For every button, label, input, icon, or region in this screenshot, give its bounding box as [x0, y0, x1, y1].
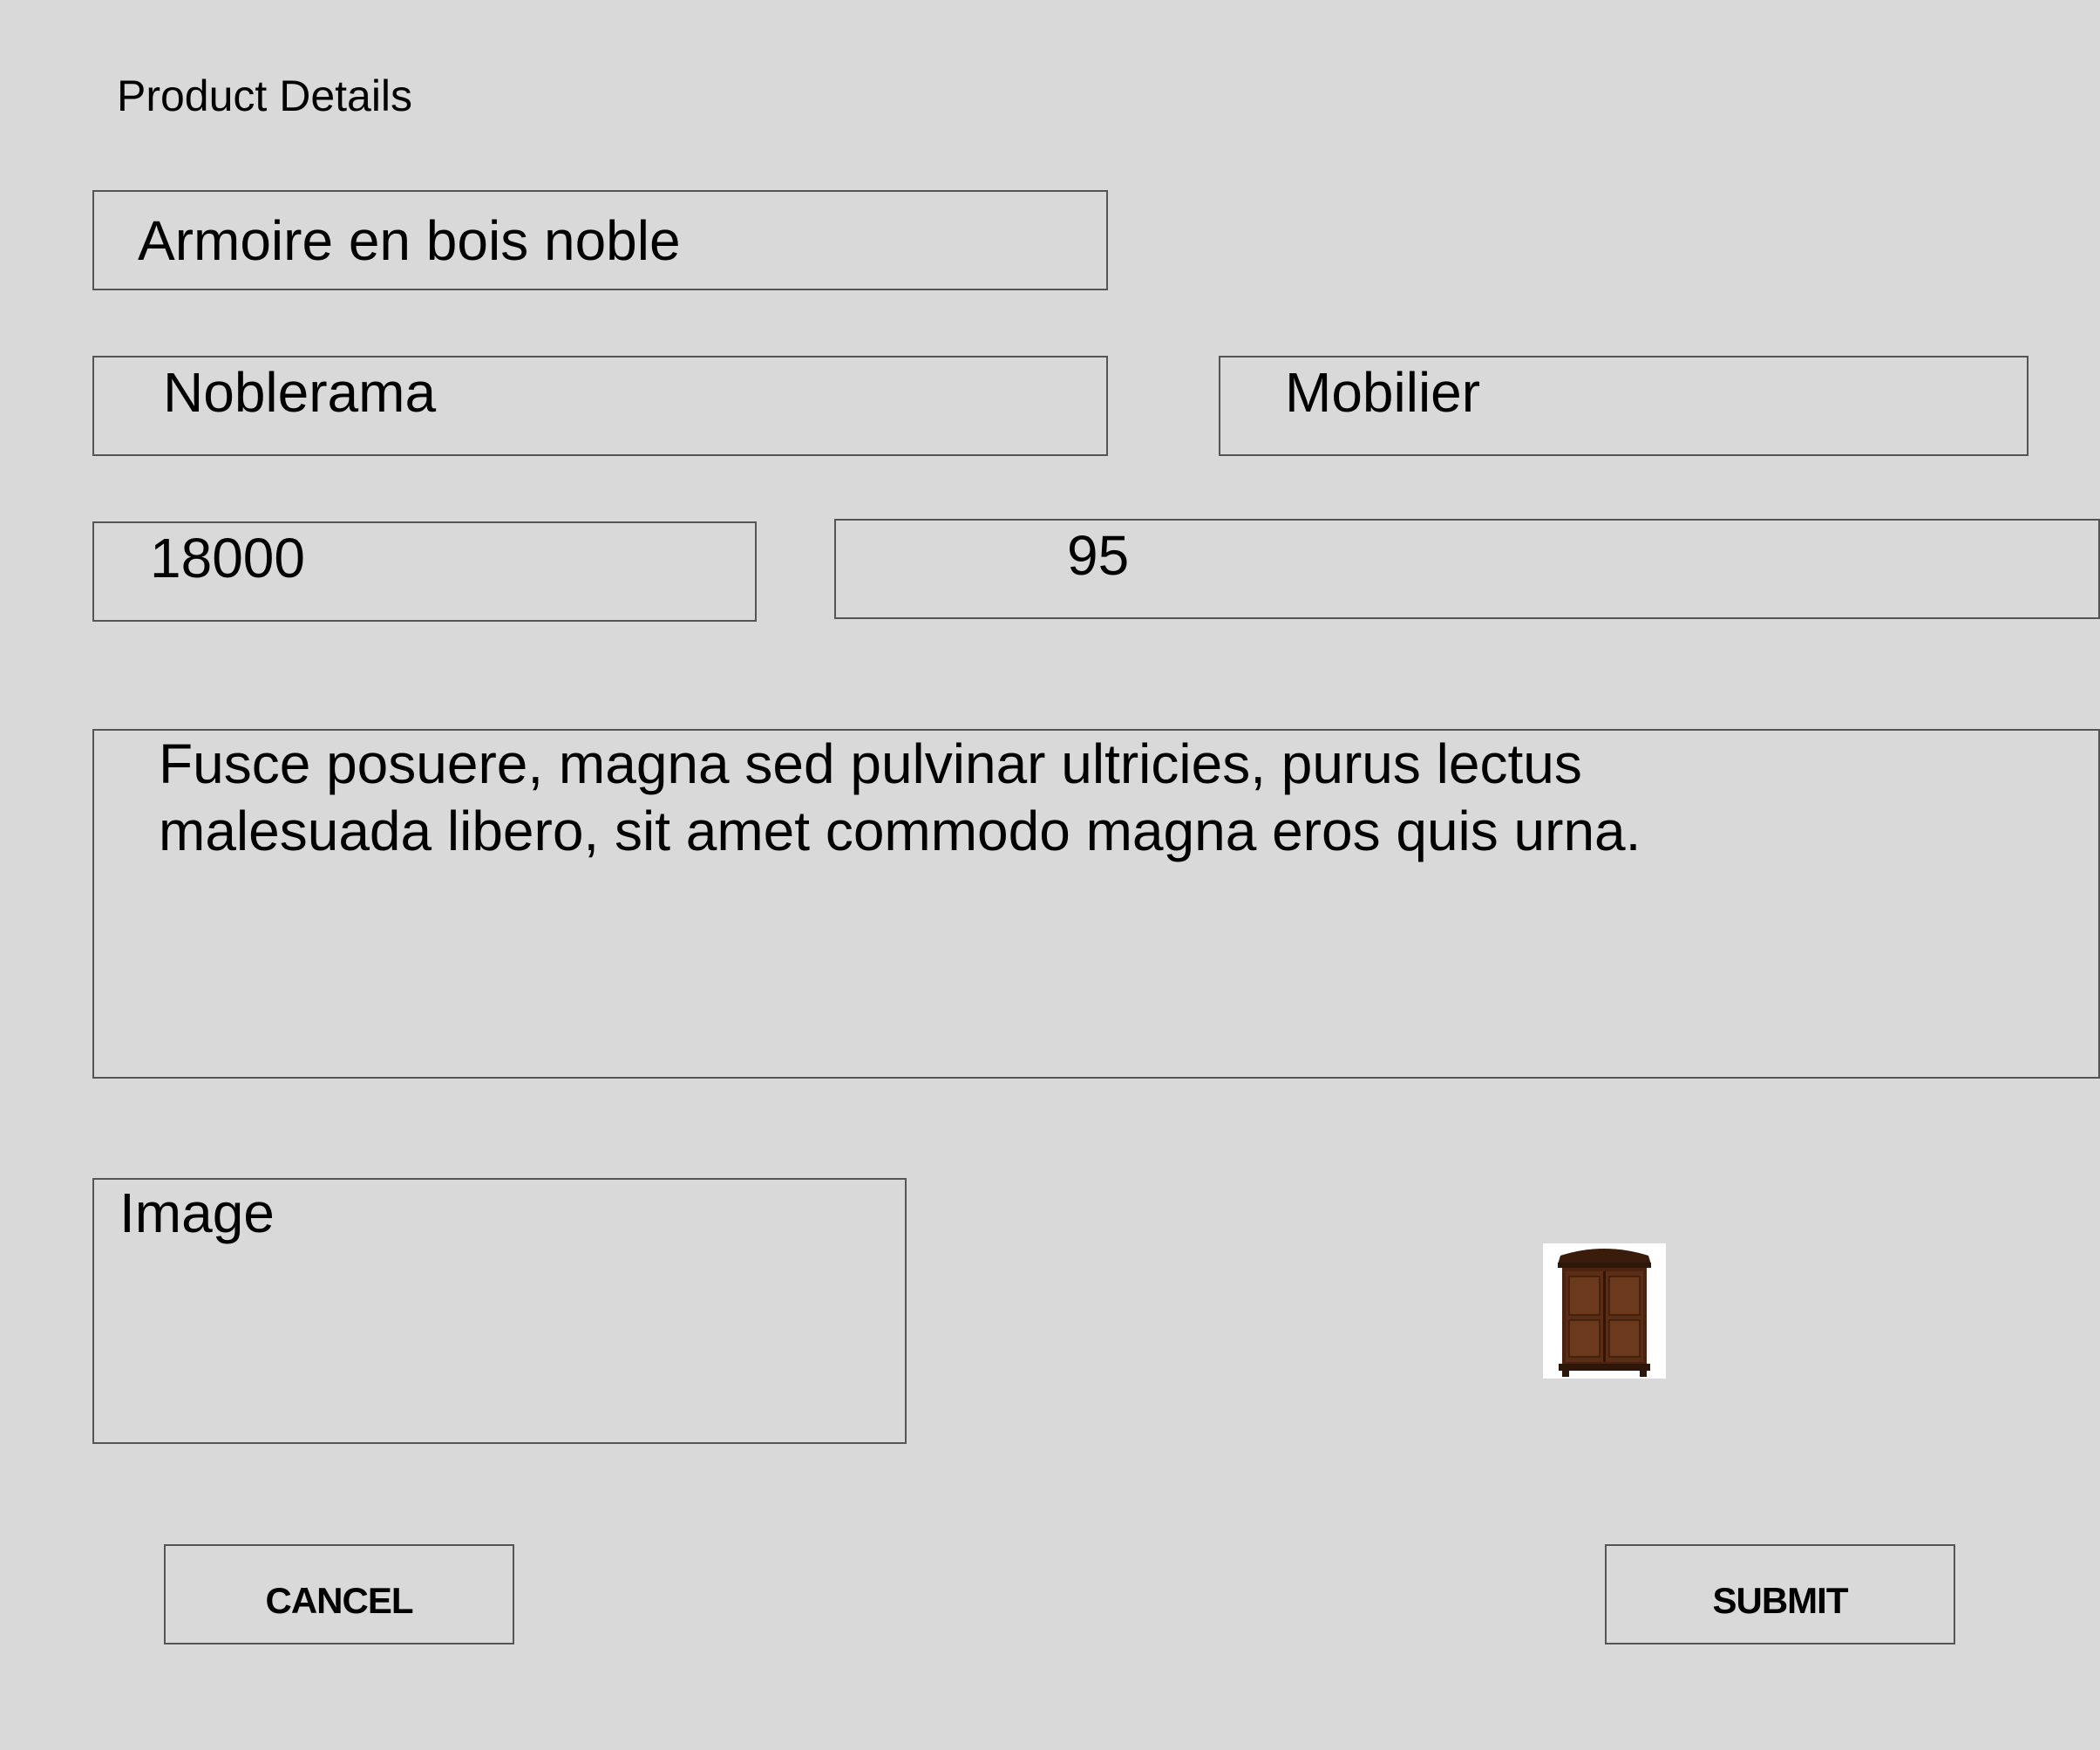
brand-value: Noblerama — [163, 361, 437, 424]
category-field[interactable]: Mobilier — [1219, 356, 2029, 456]
stock-value: 95 — [1067, 524, 1130, 587]
armoire-image-preview — [1543, 1243, 1666, 1379]
image-field-label: Image — [119, 1181, 275, 1244]
image-upload-field[interactable]: Image — [92, 1178, 907, 1444]
cancel-button[interactable]: CANCEL — [164, 1544, 514, 1644]
stock-field[interactable]: 95 — [834, 519, 2100, 619]
category-value: Mobilier — [1285, 361, 1481, 424]
product-name-field[interactable]: Armoire en bois noble — [92, 190, 1108, 290]
price-field[interactable]: 18000 — [92, 521, 757, 622]
description-line-2: malesuada libero, sit amet commodo magna… — [159, 800, 1641, 862]
description-textarea[interactable]: Fusce posuere, magna sed pulvinar ultric… — [92, 729, 2100, 1079]
armoire-wardrobe-image — [1558, 1249, 1651, 1377]
product-name-value: Armoire en bois noble — [138, 209, 681, 272]
submit-button[interactable]: SUBMIT — [1605, 1544, 1955, 1644]
page-title: Product Details — [117, 71, 413, 120]
description-line-1: Fusce posuere, magna sed pulvinar ultric… — [159, 732, 1582, 795]
brand-field[interactable]: Noblerama — [92, 356, 1108, 456]
price-value: 18000 — [150, 527, 305, 589]
